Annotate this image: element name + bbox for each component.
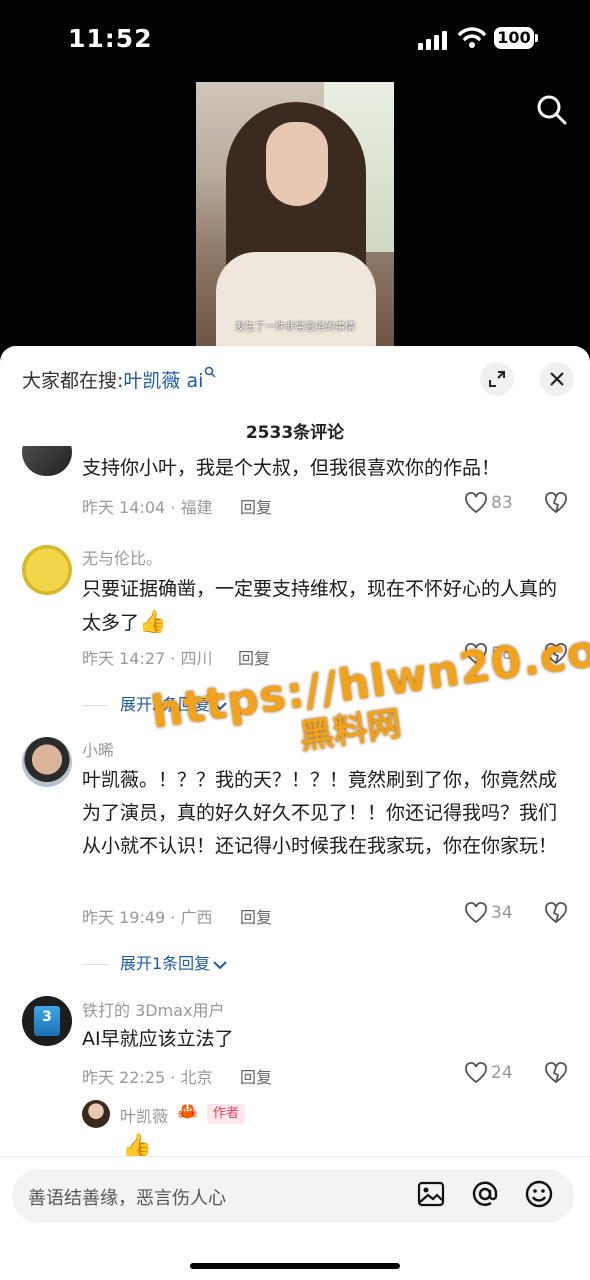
avatar[interactable] xyxy=(82,1100,110,1128)
comment-meta: 昨天 14:27 · 四川 xyxy=(82,649,213,668)
avatar[interactable]: 3 xyxy=(22,996,72,1046)
expand-icon xyxy=(489,371,505,387)
chevron-down-icon xyxy=(213,960,227,969)
at-icon[interactable] xyxy=(470,1179,500,1209)
search-keyword-link[interactable]: 叶凯薇 ai xyxy=(123,370,203,392)
like-count: 83 xyxy=(491,493,513,513)
battery-indicator: 100 xyxy=(494,27,538,49)
thumbs-up-icon: 👍 xyxy=(139,610,167,635)
search-icon xyxy=(205,366,216,378)
expand-button[interactable] xyxy=(480,362,514,396)
reply-button[interactable]: 回复 xyxy=(240,494,272,518)
reply-button[interactable]: 回复 xyxy=(240,904,272,928)
reply-username[interactable]: 叶凯薇 xyxy=(120,1103,168,1127)
avatar[interactable] xyxy=(22,737,72,787)
like-button[interactable]: 24 xyxy=(464,1062,514,1086)
expand-replies-button[interactable]: 展开1条回复 xyxy=(82,950,227,974)
video-subtitle: 发生了一件非常恶劣的事情 xyxy=(235,322,355,333)
like-count: 34 xyxy=(491,903,513,923)
comment-meta: 昨天 14:04 · 福建 xyxy=(82,498,213,517)
video-player[interactable]: 发生了一件非常恶劣的事情 xyxy=(0,80,590,350)
close-button[interactable] xyxy=(540,362,574,396)
video-person xyxy=(266,122,328,206)
signal-icon xyxy=(418,31,447,50)
comment-username[interactable]: 无与伦比。 xyxy=(82,545,162,569)
comment-text: 支持你小叶，我是个大叔，但我很喜欢你的作品！ xyxy=(82,457,501,479)
comment-input-bar: 善语结善缘，恶言伤人心 xyxy=(0,1156,590,1280)
search-icon[interactable] xyxy=(536,94,568,126)
search-suggestion[interactable]: 大家都在搜:叶凯薇 ai xyxy=(22,366,216,393)
comment-meta: 昨天 19:49 · 广西 xyxy=(82,908,213,927)
status-time: 11:52 xyxy=(68,24,153,53)
author-badge: 作者 xyxy=(207,1104,246,1124)
comment-text: 只要证据确凿，一定要支持维权，现在不怀好心的人真的太多了👍 xyxy=(82,578,558,635)
like-count: 24 xyxy=(491,1063,513,1083)
dislike-heart-icon[interactable] xyxy=(544,902,568,924)
comment-input[interactable]: 善语结善缘，恶言伤人心 xyxy=(12,1169,574,1223)
comment-text: AI早就应该立法了 xyxy=(82,1028,234,1050)
battery-level: 100 xyxy=(494,27,534,49)
comment-text: 叶凯薇。！？？我的天？！？！竟然刷到了你，你竟然成为了演员，真的好久好久不见了！… xyxy=(82,769,558,857)
dislike-heart-icon[interactable] xyxy=(544,492,568,514)
avatar[interactable] xyxy=(22,545,72,595)
dislike-heart-icon[interactable] xyxy=(544,1062,568,1084)
reply-button[interactable]: 回复 xyxy=(238,645,270,669)
home-indicator[interactable] xyxy=(190,1263,400,1269)
comment-meta: 昨天 22:25 · 北京 xyxy=(82,1068,213,1087)
like-button[interactable]: 34 xyxy=(464,902,514,926)
comment-input-placeholder: 善语结善缘，恶言伤人心 xyxy=(28,1188,226,1209)
crab-icon: 🦀 xyxy=(177,1102,199,1122)
close-icon xyxy=(550,372,564,386)
comment-username[interactable]: 小晞 xyxy=(82,737,114,761)
heart-icon xyxy=(465,902,487,924)
app-logo-icon: 3 xyxy=(34,1006,60,1036)
status-bar: 11:52 100 xyxy=(0,0,590,80)
heart-icon xyxy=(465,492,487,514)
like-button[interactable]: 83 xyxy=(464,492,514,516)
image-icon[interactable] xyxy=(416,1179,446,1209)
comment-username[interactable]: 铁打的 3Dmax用户 xyxy=(82,997,224,1021)
video-frame[interactable]: 发生了一件非常恶劣的事情 xyxy=(196,82,394,350)
wifi-icon xyxy=(458,27,486,48)
heart-icon xyxy=(465,1062,487,1084)
reply-button[interactable]: 回复 xyxy=(240,1064,272,1088)
comment-count-title: 2533条评论 xyxy=(245,423,345,443)
emoji-icon[interactable] xyxy=(524,1179,554,1209)
